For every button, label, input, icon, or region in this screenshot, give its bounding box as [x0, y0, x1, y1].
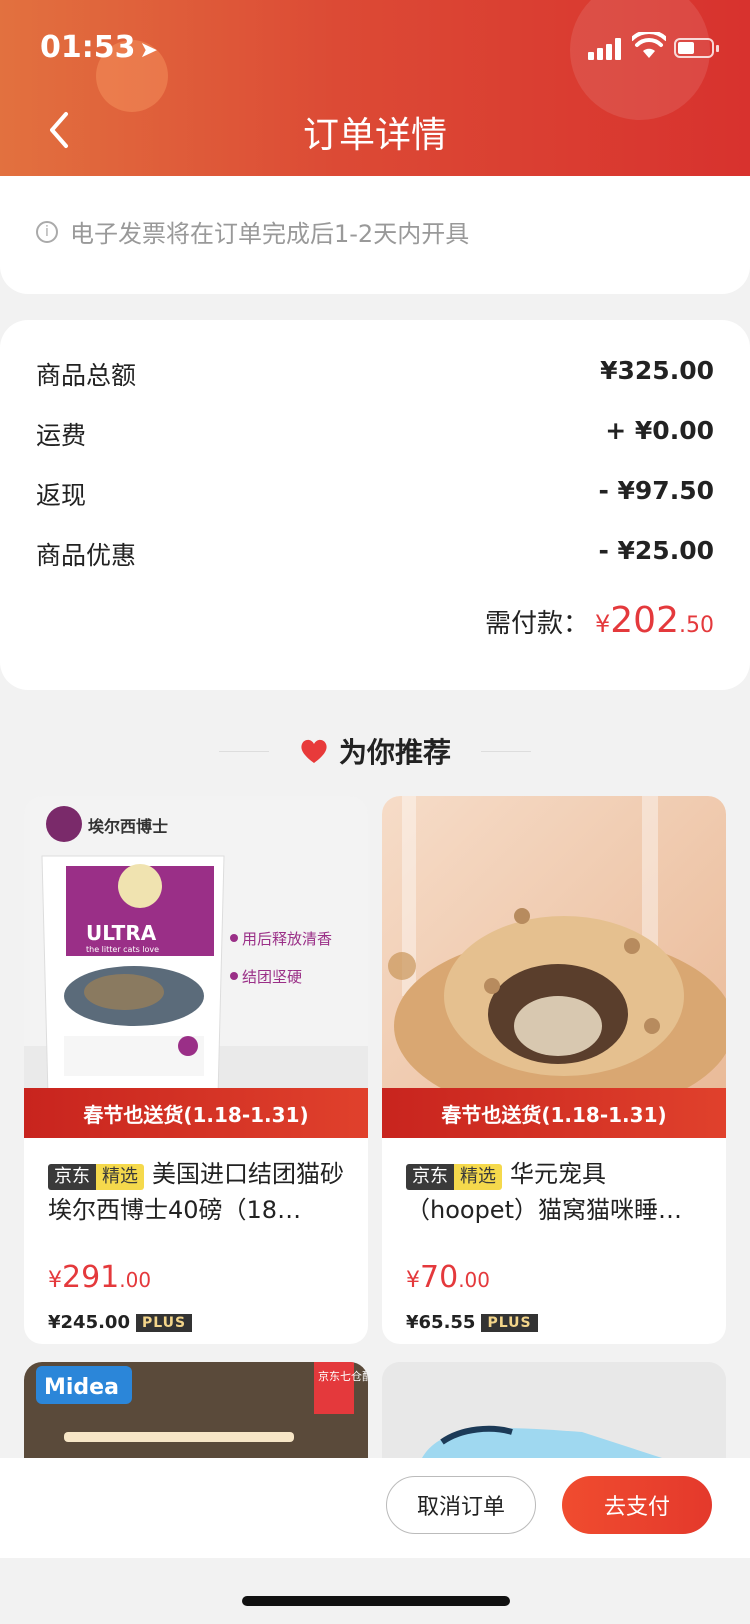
product-card[interactable] [382, 1362, 726, 1458]
heart-icon [301, 739, 327, 763]
home-indicator-area [0, 1558, 750, 1624]
price-summary-card: 商品总额 ¥325.00 运费 + ¥0.00 返现 - ¥97.50 商品优惠… [0, 320, 750, 690]
wifi-icon [632, 32, 666, 58]
product-name: 京东 精选 美国进口结团猫砂埃尔西博士40磅（18… [48, 1160, 344, 1224]
page-title: 订单详情 [302, 115, 447, 156]
product-price: ¥ 291 .00 [48, 1260, 152, 1295]
total-due: 需付款： ¥ 202 .50 [484, 600, 714, 641]
product-image [382, 1362, 726, 1458]
product-image: Midea 京东七仓配送 [24, 1362, 368, 1458]
jd-tag: 京东 [48, 1164, 96, 1190]
invoice-note: i 电子发票将在订单完成后1-2天内开具 [36, 214, 469, 249]
plus-badge: PLUS [481, 1313, 538, 1332]
promo-banner: 春节也送货(1.18-1.31) [382, 1088, 726, 1138]
invoice-note-text: 电子发票将在订单完成后1-2天内开具 [70, 220, 470, 248]
midea-logo-text: Midea [44, 1375, 119, 1400]
header: 01:53 ➤ 订单详情 [0, 0, 750, 176]
bottom-action-bar: 取消订单 去支付 [0, 1458, 750, 1558]
status-time: 01:53 ➤ [40, 30, 158, 65]
recommend-heading: 为你推荐 [0, 706, 750, 796]
feature-text: 用后释放清香 [242, 930, 332, 948]
product-card[interactable]: Midea 京东七仓配送 [24, 1362, 368, 1458]
home-indicator[interactable] [242, 1596, 510, 1606]
product-price: ¥ 70 .00 [406, 1260, 490, 1295]
recommend-title: 为你推荐 [338, 736, 451, 769]
selected-tag: 精选 [96, 1164, 144, 1190]
product-image: 埃尔西博士 ULTRA the litter cats love 用后释放清香 … [24, 796, 368, 1138]
plus-price: ¥245.00 PLUS [48, 1312, 193, 1333]
divider [481, 750, 531, 752]
product-card[interactable]: 埃尔西博士 ULTRA the litter cats love 用后释放清香 … [24, 796, 368, 1344]
cancel-order-button[interactable]: 取消订单 [386, 1476, 536, 1534]
brand-logo-text: 埃尔西博士 [88, 817, 168, 836]
feature-text: 结团坚硬 [242, 968, 302, 986]
plus-price: ¥65.55 PLUS [406, 1312, 538, 1333]
selected-tag: 精选 [454, 1164, 502, 1190]
product-card[interactable]: 春节也送货(1.18-1.31) 京东 精选 华元宠具（hoopet）猫窝猫咪睡… … [382, 796, 726, 1344]
location-icon: ➤ [139, 38, 158, 63]
warehouse-badge-text: 京东七仓配送 [318, 1369, 368, 1383]
battery-icon [674, 38, 719, 58]
divider [218, 750, 269, 752]
cellular-signal-icon [588, 38, 624, 60]
pay-button[interactable]: 去支付 [562, 1476, 712, 1534]
product-image [382, 796, 726, 1138]
jd-tag: 京东 [406, 1164, 454, 1190]
promo-banner: 春节也送货(1.18-1.31) [24, 1088, 368, 1138]
plus-badge: PLUS [135, 1313, 193, 1332]
package-subtitle-text: the litter cats love [86, 945, 159, 954]
invoice-card: i 电子发票将在订单完成后1-2天内开具 [0, 176, 750, 294]
package-title-text: ULTRA [86, 921, 157, 945]
product-name: 京东 精选 华元宠具（hoopet）猫窝猫咪睡… [406, 1160, 682, 1224]
status-bar: 01:53 ➤ [0, 0, 750, 90]
info-icon: i [36, 220, 58, 243]
